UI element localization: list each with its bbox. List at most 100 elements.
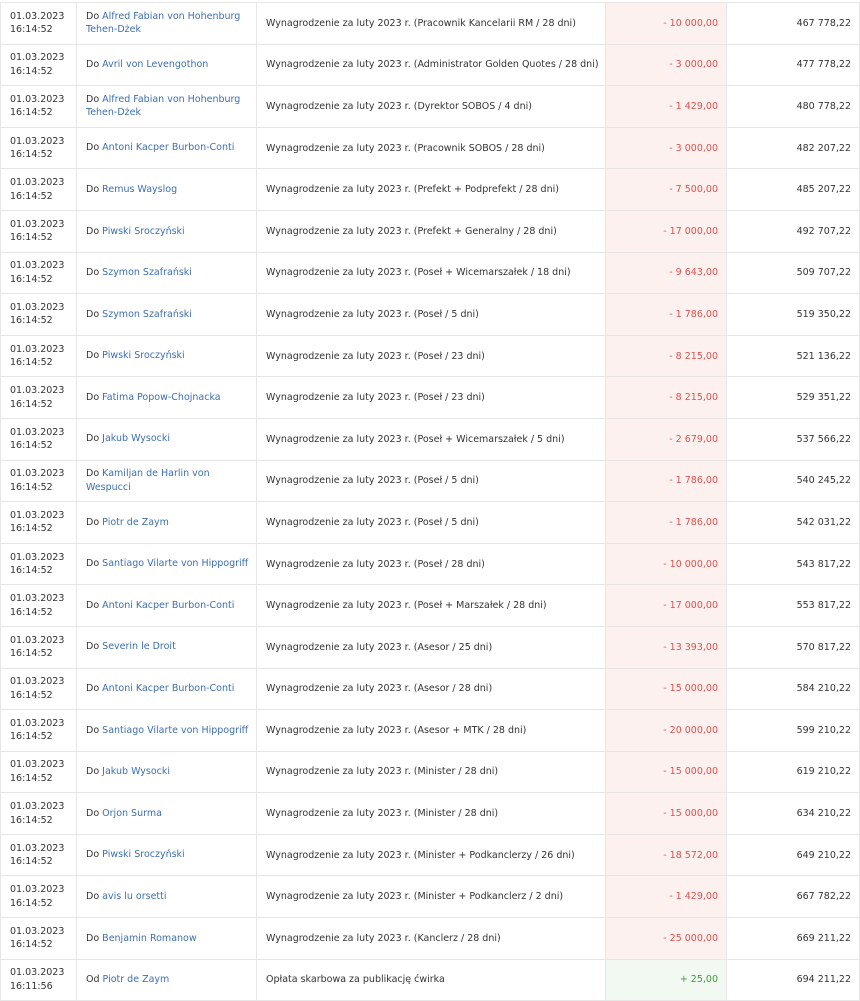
table-row: 01.03.2023 16:14:52 Do Alfred Fabian von H… bbox=[0, 2, 860, 45]
date-cell: 01.03.2023 16:11:56 bbox=[0, 958, 77, 1001]
transactions-body: 01.03.2023 16:14:52 Do Alfred Fabian von H… bbox=[0, 2, 860, 1001]
transaction-amount: - 1 786,00 bbox=[605, 501, 727, 544]
table-row: 01.03.2023 16:14:52 Do Severin le Droit Wyn… bbox=[0, 625, 860, 669]
transaction-time: 16:14:52 bbox=[10, 315, 53, 327]
transaction-amount: - 1 429,00 bbox=[605, 875, 727, 919]
table-row: 01.03.2023 16:14:52 Do Benjamin Romanow Wyn… bbox=[0, 917, 860, 960]
account-balance: 619 210,22 bbox=[726, 750, 860, 794]
counterparty-link[interactable]: Szymon Szafrański bbox=[102, 267, 192, 278]
transaction-date: 01.03.2023 bbox=[10, 468, 65, 480]
direction-label: Do bbox=[86, 641, 100, 653]
counterparty-link[interactable]: Fatima Popow-Chojnacka bbox=[102, 392, 220, 403]
direction-label: Do bbox=[86, 724, 100, 736]
party-cell: Do avis lu orsetti bbox=[76, 875, 257, 919]
account-balance: 485 207,22 bbox=[726, 168, 860, 211]
transaction-time: 16:14:52 bbox=[10, 440, 53, 452]
transaction-date: 01.03.2023 bbox=[10, 135, 65, 147]
account-balance: 634 210,22 bbox=[726, 792, 860, 835]
transaction-time: 16:14:52 bbox=[10, 149, 53, 161]
counterparty-link[interactable]: avis lu orsetti bbox=[102, 891, 166, 902]
transaction-amount: - 25 000,00 bbox=[605, 917, 727, 960]
account-balance: 482 207,22 bbox=[726, 126, 860, 170]
direction-label: Do bbox=[86, 93, 100, 105]
counterparty-link[interactable]: Piotr de Zaym bbox=[102, 517, 169, 528]
party-cell: Do Jakub Wysocki bbox=[76, 417, 257, 461]
transaction-title: Wynagrodzenie za luty 2023 r. (Minister … bbox=[256, 792, 606, 835]
date-cell: 01.03.2023 16:14:52 bbox=[0, 43, 77, 87]
counterparty-link[interactable]: Kamiljan de Harlin von Wespucci bbox=[86, 468, 210, 493]
table-row: 01.03.2023 16:14:52 Do Avril von Levengoth… bbox=[0, 43, 860, 87]
direction-label: Do bbox=[86, 516, 100, 528]
party-cell: Do Santiago Vilarte von Hippogriff bbox=[76, 542, 257, 586]
transaction-amount: - 10 000,00 bbox=[605, 542, 727, 586]
transaction-time: 16:14:52 bbox=[10, 606, 53, 618]
transaction-amount: - 13 393,00 bbox=[605, 625, 727, 669]
counterparty-link[interactable]: Santiago Vilarte von Hippogriff bbox=[102, 725, 248, 736]
party-cell: Do Fatima Popow-Chojnacka bbox=[76, 376, 257, 419]
account-balance: 667 782,22 bbox=[726, 875, 860, 919]
transaction-date: 01.03.2023 bbox=[10, 426, 65, 438]
transaction-time: 16:14:52 bbox=[10, 772, 53, 784]
account-balance: 537 566,22 bbox=[726, 417, 860, 461]
counterparty-link[interactable]: Piotr de Zaym bbox=[103, 974, 170, 985]
counterparty-link[interactable]: Piwski Sroczyński bbox=[102, 849, 185, 860]
transaction-time: 16:14:52 bbox=[10, 65, 53, 77]
transaction-time: 16:14:52 bbox=[10, 814, 53, 826]
counterparty-link[interactable]: Remus Wayslog bbox=[102, 184, 177, 195]
counterparty-link[interactable]: Antoni Kacper Burbon-Conti bbox=[102, 142, 234, 153]
counterparty-link[interactable]: Jakub Wysocki bbox=[102, 433, 170, 444]
transaction-title: Wynagrodzenie za luty 2023 r. (Kanclerz … bbox=[256, 917, 606, 960]
counterparty-link[interactable]: Benjamin Romanow bbox=[102, 933, 196, 944]
counterparty-link[interactable]: Orjon Surma bbox=[102, 808, 162, 819]
direction-label: Do bbox=[86, 391, 100, 403]
counterparty-link[interactable]: Piwski Sroczyński bbox=[102, 226, 185, 237]
transaction-date: 01.03.2023 bbox=[10, 842, 65, 854]
transaction-title: Wynagrodzenie za luty 2023 r. (Pracownik… bbox=[256, 2, 606, 45]
transaction-title: Wynagrodzenie za luty 2023 r. (Poseł + M… bbox=[256, 584, 606, 627]
counterparty-link[interactable]: Jakub Wysocki bbox=[102, 766, 170, 777]
direction-label: Do bbox=[86, 350, 100, 362]
table-row: 01.03.2023 16:14:52 Do avis lu orsetti Wyna… bbox=[0, 875, 860, 919]
counterparty-link[interactable]: Szymon Szafrański bbox=[102, 309, 192, 320]
date-cell: 01.03.2023 16:14:52 bbox=[0, 334, 77, 378]
counterparty-link[interactable]: Alfred Fabian von Hohenburg Tehen-Dżek bbox=[86, 94, 240, 119]
party-cell: Do Remus Wayslog bbox=[76, 168, 257, 211]
transaction-amount: + 25,00 bbox=[605, 958, 727, 1001]
transaction-date: 01.03.2023 bbox=[10, 260, 65, 272]
party-cell: Do Szymon Szafrański bbox=[76, 251, 257, 295]
transaction-date: 01.03.2023 bbox=[10, 634, 65, 646]
account-balance: 480 778,22 bbox=[726, 85, 860, 128]
transaction-title: Wynagrodzenie za luty 2023 r. (Poseł / 2… bbox=[256, 376, 606, 419]
transaction-title: Wynagrodzenie za luty 2023 r. (Pracownik… bbox=[256, 126, 606, 170]
table-row: 01.03.2023 16:14:52 Do Antoni Kacper Burbo… bbox=[0, 667, 860, 711]
counterparty-link[interactable]: Antoni Kacper Burbon-Conti bbox=[102, 600, 234, 611]
direction-label: Do bbox=[86, 766, 100, 778]
transaction-title: Wynagrodzenie za luty 2023 r. (Prefekt +… bbox=[256, 168, 606, 211]
transaction-title: Wynagrodzenie za luty 2023 r. (Poseł / 5… bbox=[256, 501, 606, 544]
direction-label: Do bbox=[86, 849, 100, 861]
direction-label: Do bbox=[86, 932, 100, 944]
counterparty-link[interactable]: Avril von Levengothon bbox=[102, 59, 208, 70]
account-balance: 542 031,22 bbox=[726, 501, 860, 544]
party-cell: Do Alfred Fabian von Hohenburg Tehen-Dże… bbox=[76, 85, 257, 128]
transaction-date: 01.03.2023 bbox=[10, 551, 65, 563]
transaction-amount: - 17 000,00 bbox=[605, 209, 727, 253]
counterparty-link[interactable]: Severin le Droit bbox=[102, 641, 176, 652]
table-row: 01.03.2023 16:14:52 Do Antoni Kacper Burbo… bbox=[0, 126, 860, 170]
transaction-time: 16:14:52 bbox=[10, 24, 53, 36]
transaction-date: 01.03.2023 bbox=[10, 301, 65, 313]
transaction-time: 16:14:52 bbox=[10, 856, 53, 868]
transaction-title: Wynagrodzenie za luty 2023 r. (Poseł / 5… bbox=[256, 293, 606, 336]
transaction-title: Wynagrodzenie za luty 2023 r. (Dyrektor … bbox=[256, 85, 606, 128]
counterparty-link[interactable]: Piwski Sroczyński bbox=[102, 350, 185, 361]
counterparty-link[interactable]: Antoni Kacper Burbon-Conti bbox=[102, 683, 234, 694]
direction-label: Do bbox=[86, 891, 100, 903]
transaction-amount: - 7 500,00 bbox=[605, 168, 727, 211]
account-balance: 649 210,22 bbox=[726, 833, 860, 877]
transaction-title: Wynagrodzenie za luty 2023 r. (Minister … bbox=[256, 875, 606, 919]
counterparty-link[interactable]: Santiago Vilarte von Hippogriff bbox=[102, 558, 248, 569]
party-cell: Do Avril von Levengothon bbox=[76, 43, 257, 87]
table-row: 01.03.2023 16:14:52 Do Piwski Sroczyński Wy… bbox=[0, 833, 860, 877]
counterparty-link[interactable]: Alfred Fabian von Hohenburg Tehen-Dżek bbox=[86, 11, 240, 36]
transaction-amount: - 20 000,00 bbox=[605, 709, 727, 752]
